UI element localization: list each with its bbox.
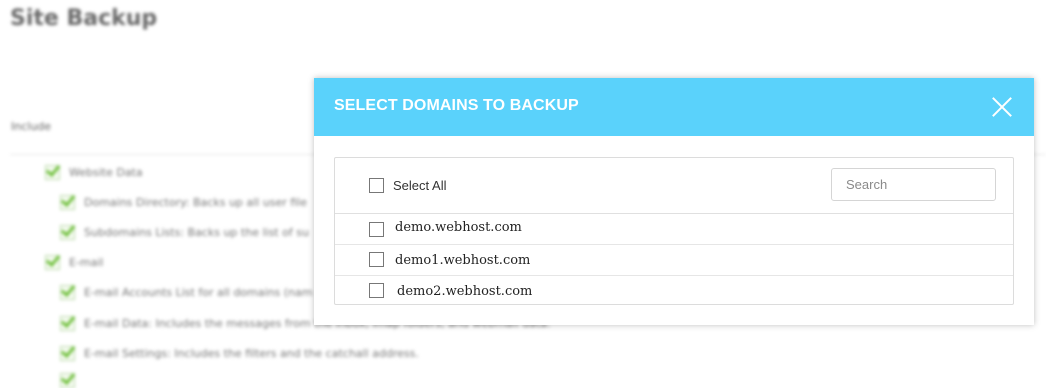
email-accounts-label: E-mail Accounts List for all domains (na… [84, 286, 313, 299]
domain-checkbox[interactable] [369, 283, 384, 298]
modal-header: SELECT DOMAINS TO BACKUP [314, 78, 1034, 136]
domain-label: demo2.webhost.com [397, 284, 533, 299]
page-title: Site Backup [10, 6, 158, 31]
select-domains-modal: SELECT DOMAINS TO BACKUP Select All demo… [314, 78, 1034, 325]
domain-checkbox[interactable] [369, 222, 384, 237]
next-option-checkbox[interactable] [60, 373, 75, 388]
email-settings-label: E-mail Settings: Includes the filters an… [84, 347, 419, 360]
subdomains-lists-checkbox[interactable] [60, 225, 75, 240]
close-icon[interactable] [991, 96, 1013, 118]
email-checkbox[interactable] [45, 255, 60, 270]
email-settings-checkbox[interactable] [60, 346, 75, 361]
domains-panel: Select All demo.webhost.com demo1.webhos… [334, 157, 1014, 305]
email-data-checkbox[interactable] [60, 316, 75, 331]
email-label: E-mail [69, 256, 104, 269]
domain-label: demo1.webhost.com [395, 253, 531, 268]
domains-directory-label: Domains Directory: Backs up all user fil… [84, 196, 307, 209]
domain-row[interactable]: demo1.webhost.com [335, 245, 1013, 276]
select-all-label: Select All [393, 178, 447, 193]
website-data-label: Website Data [69, 166, 143, 179]
domain-row[interactable]: demo2.webhost.com [335, 276, 1013, 306]
website-data-checkbox[interactable] [45, 165, 60, 180]
domain-row[interactable]: demo.webhost.com [335, 214, 1013, 245]
domain-label: demo.webhost.com [395, 220, 522, 235]
domain-checkbox[interactable] [369, 252, 384, 267]
domains-directory-checkbox[interactable] [60, 195, 75, 210]
search-input[interactable] [831, 168, 996, 201]
modal-title: SELECT DOMAINS TO BACKUP [334, 97, 579, 114]
subdomains-lists-label: Subdomains Lists: Backs up the list of s… [84, 226, 309, 239]
select-all-checkbox[interactable] [369, 178, 384, 193]
domains-panel-header: Select All [335, 158, 1013, 214]
email-accounts-checkbox[interactable] [60, 285, 75, 300]
include-label: Include [11, 120, 52, 133]
